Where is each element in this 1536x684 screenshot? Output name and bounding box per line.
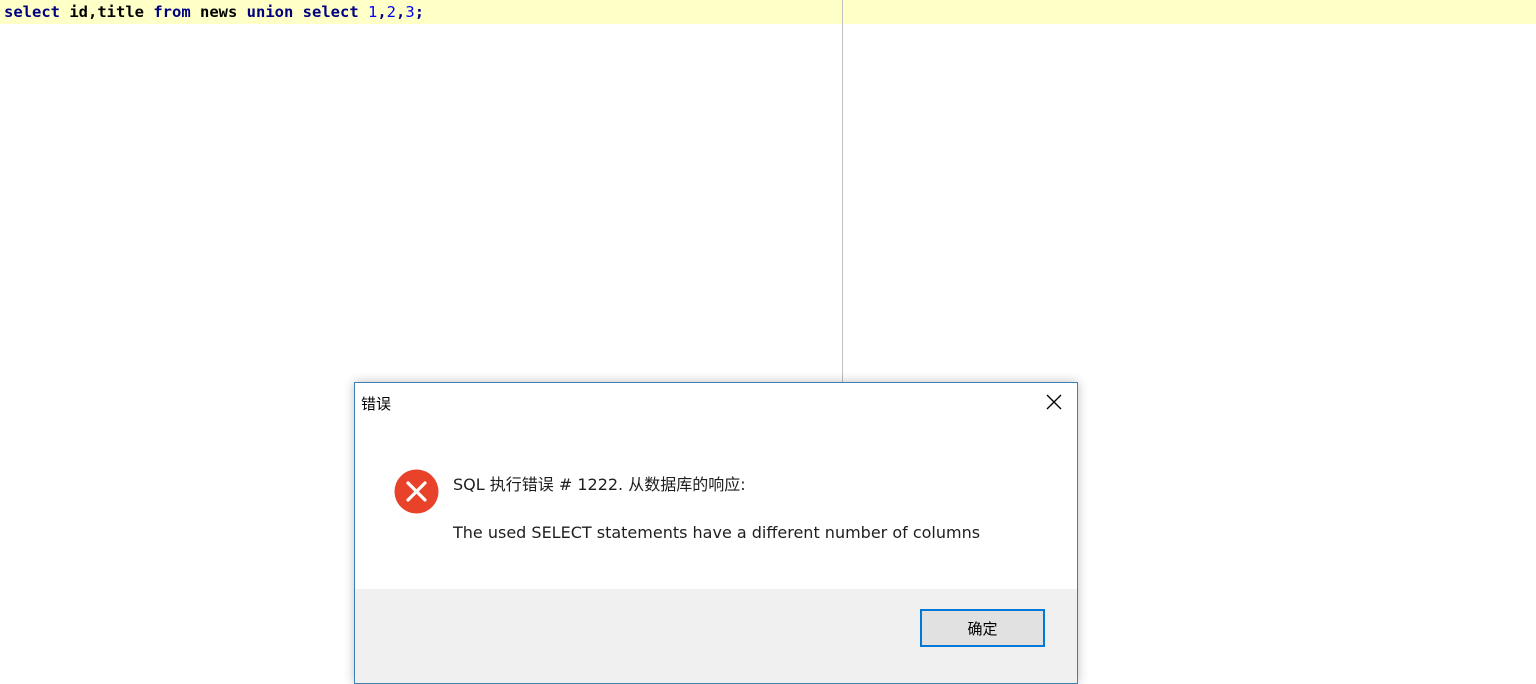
ok-button[interactable]: 确定 [920, 609, 1045, 647]
number-literal-1: 1 [367, 3, 378, 21]
identifier-table: news [190, 3, 247, 21]
keyword-from: from [153, 3, 191, 21]
keyword-select: select [4, 3, 60, 21]
comma: , [377, 3, 387, 21]
close-icon[interactable] [1045, 393, 1063, 411]
sql-code-line[interactable]: select id,title from news union select 1… [4, 3, 424, 21]
semicolon: ; [414, 3, 425, 21]
identifier-columns: id,title [60, 3, 154, 21]
error-message-detail: The used SELECT statements have a differ… [453, 523, 981, 542]
comma: , [396, 3, 406, 21]
number-literal-2: 2 [386, 3, 397, 21]
error-message-header: SQL 执行错误 # 1222. 从数据库的响应: [453, 475, 746, 494]
dialog-title: 错误 [361, 395, 392, 413]
error-icon [394, 469, 439, 514]
dialog-footer: 确定 [355, 589, 1077, 683]
keyword-union: union [246, 3, 294, 21]
number-literal-3: 3 [405, 3, 415, 21]
dialog-body: SQL 执行错误 # 1222. 从数据库的响应: The used SELEC… [355, 421, 1077, 589]
keyword-select-2: select [293, 3, 368, 21]
error-dialog: 错误 SQL 执行错误 # 1222. 从数据库的响应: The used SE… [354, 382, 1078, 684]
